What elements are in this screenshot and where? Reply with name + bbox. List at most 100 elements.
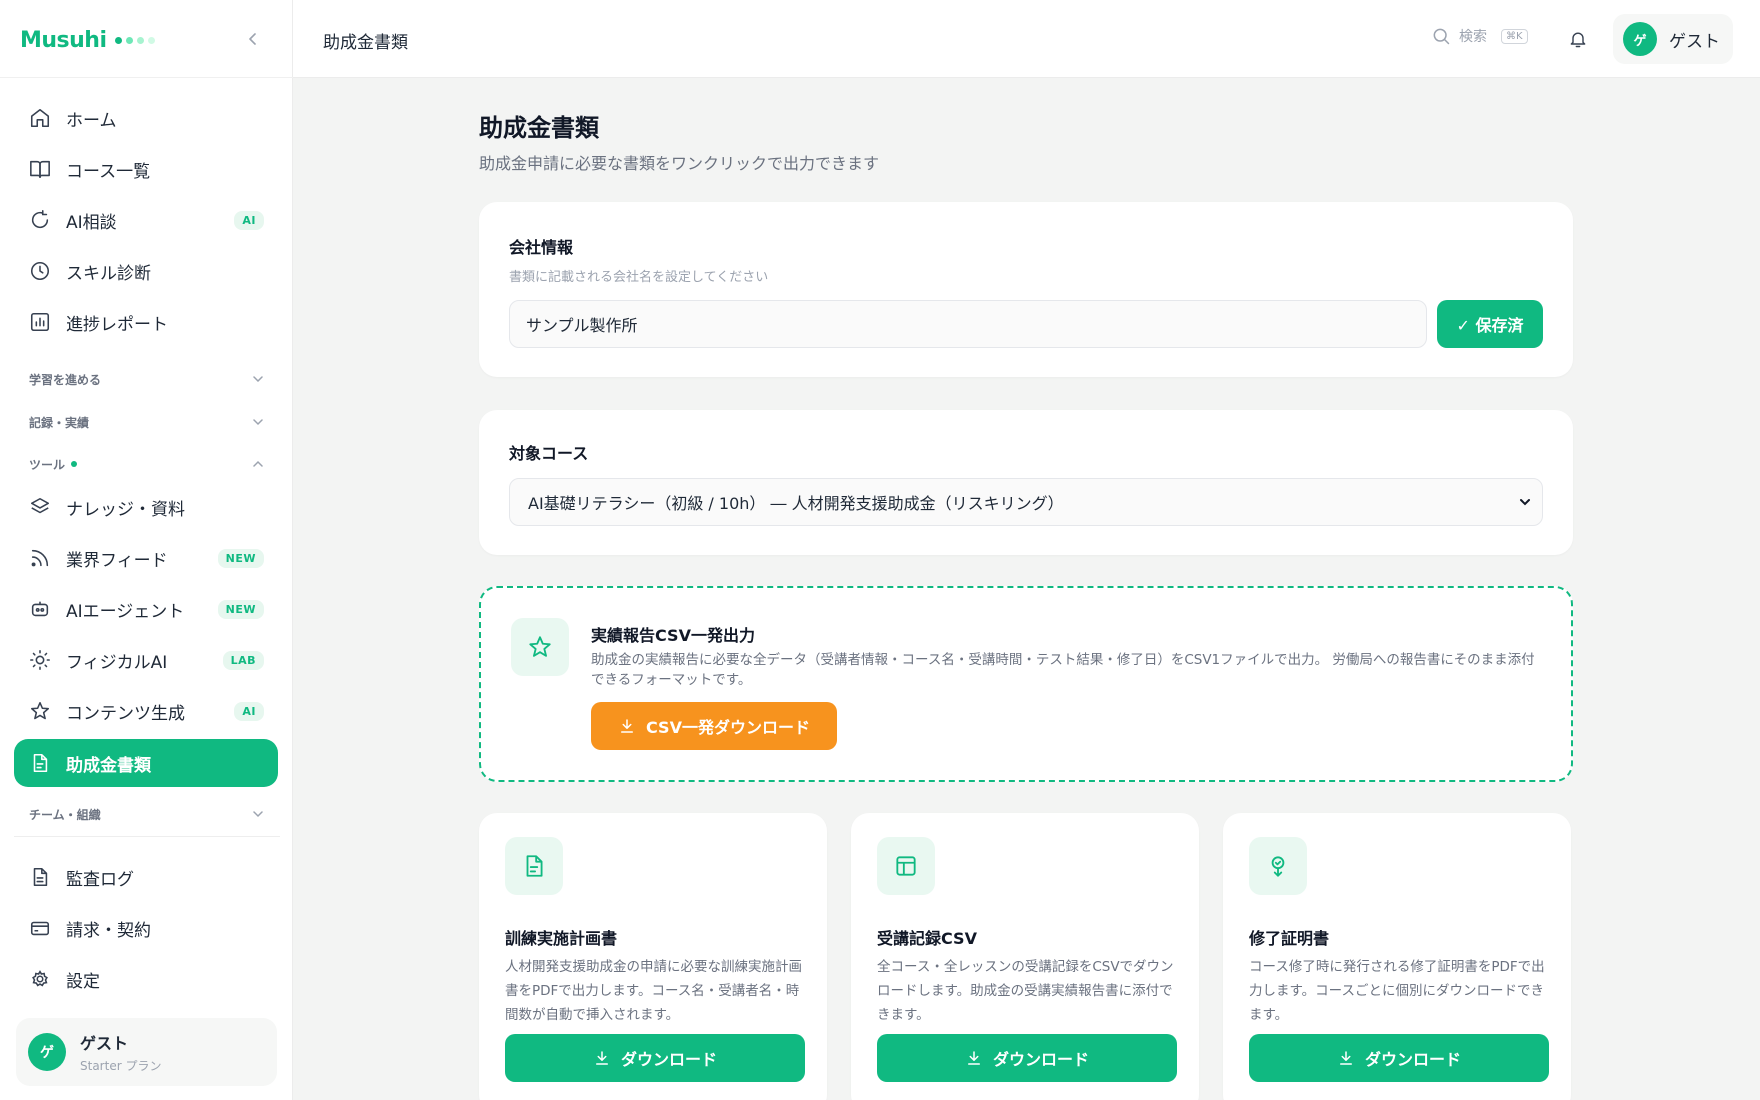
sidebar-item-label: フィジカルAI: [66, 652, 168, 673]
sidebar-item-settings[interactable]: 設定: [14, 955, 278, 1003]
csv-download-button[interactable]: CSV一発ダウンロード: [591, 702, 837, 750]
sidebar-user-card[interactable]: ゲ ゲスト Starter プラン: [16, 1018, 277, 1086]
brand-dots: [114, 36, 155, 44]
sidebar-item-label: AI相談: [66, 212, 117, 233]
section-label: 記録・実績: [29, 415, 90, 430]
ai-badge: AI: [234, 701, 264, 721]
sidebar-item-physical-ai[interactable]: フィジカルAI LAB: [14, 636, 278, 684]
sidebar-item-ai-agent[interactable]: AIエージェント NEW: [14, 585, 278, 633]
user-name: ゲスト: [1669, 31, 1720, 52]
sidebar-item-skill-check[interactable]: スキル診断: [14, 247, 278, 295]
search-button[interactable]: 検索 ⌘K: [1431, 26, 1528, 46]
new-badge: NEW: [217, 599, 264, 619]
sidebar: Musuhi ホーム コース一覧 AI相談 AI スキル診断 進捗レポート 学習…: [0, 0, 293, 1100]
user-menu-button[interactable]: ゲ ゲスト: [1613, 14, 1733, 64]
sidebar-item-label: 設定: [66, 971, 100, 992]
button-label: ダウンロード: [1364, 1050, 1461, 1069]
document-icon: [505, 837, 563, 895]
home-icon: [28, 106, 52, 130]
page-breadcrumb: 助成金書類: [323, 33, 408, 53]
sidebar-item-knowledge[interactable]: ナレッジ・資料: [14, 483, 278, 531]
doc-card-completion-certificate: 修了証明書 コース修了時に発行される修了証明書をPDFで出力します。コースごとに…: [1223, 813, 1571, 1100]
sidebar-item-ai-consult[interactable]: AI相談 AI: [14, 196, 278, 244]
document-icon: [28, 751, 52, 775]
chevron-up-icon: [251, 457, 265, 471]
card-title: 対象コース: [509, 444, 589, 463]
rss-icon: [28, 546, 52, 570]
card-icon: [28, 916, 52, 940]
course-select[interactable]: AI基礎リテラシー（初級 / 10h） ― 人材開発支援助成金（リスキリング）: [509, 478, 1543, 526]
file-icon: [28, 865, 52, 889]
table-icon: [877, 837, 935, 895]
section-learning[interactable]: 学習を進める: [29, 368, 265, 390]
brand-logo[interactable]: Musuhi: [20, 24, 155, 56]
bell-icon: [1570, 32, 1586, 48]
sidebar-item-label: 進捗レポート: [66, 314, 168, 335]
target-course-card: 対象コース AI基礎リテラシー（初級 / 10h） ― 人材開発支援助成金（リス…: [479, 410, 1573, 555]
topbar: 助成金書類 検索 ⌘K ゲ ゲスト: [293, 0, 1760, 78]
company-name-input[interactable]: [509, 300, 1427, 348]
award-icon: [1249, 837, 1307, 895]
sidebar-divider: [0, 77, 293, 78]
sidebar-item-label: スキル診断: [66, 263, 151, 284]
star-icon: [511, 618, 569, 676]
button-label: ダウンロード: [620, 1050, 717, 1069]
sidebar-item-courses[interactable]: コース一覧: [14, 145, 278, 193]
section-tools[interactable]: ツール: [29, 453, 265, 475]
section-records[interactable]: 記録・実績: [29, 411, 265, 433]
search-label: 検索: [1459, 29, 1487, 45]
card-title: 会社情報: [509, 238, 574, 257]
new-badge: NEW: [217, 548, 264, 568]
doc-title: 訓練実施計画書: [505, 929, 618, 948]
sidebar-item-label: ナレッジ・資料: [66, 499, 185, 520]
section-label: チーム・組織: [29, 807, 101, 822]
course-select-value: AI基礎リテラシー（初級 / 10h） ― 人材開発支援助成金（リスキリング）: [528, 494, 1064, 513]
avatar: ゲ: [1623, 22, 1657, 56]
ai-badge: AI: [234, 210, 264, 230]
sidebar-item-home[interactable]: ホーム: [14, 94, 278, 142]
page-title: 助成金書類: [479, 114, 599, 142]
company-info-card: 会社情報 書類に記載される会社名を設定してください ✓ 保存済: [479, 202, 1573, 377]
chevron-down-icon: [251, 807, 265, 821]
section-label: 学習を進める: [29, 372, 102, 387]
section-label: ツール: [29, 456, 251, 473]
clock-icon: [28, 259, 52, 283]
sidebar-item-content-generation[interactable]: コンテンツ生成 AI: [14, 687, 278, 735]
sidebar-item-subsidy-documents[interactable]: 助成金書類: [14, 739, 278, 787]
doc-description: 人材開発支援助成金の申請に必要な訓練実施計画書をPDFで出力します。コース名・受…: [505, 959, 802, 1023]
sidebar-item-progress-report[interactable]: 進捗レポート: [14, 298, 278, 346]
sidebar-item-billing[interactable]: 請求・契約: [14, 904, 278, 952]
brand-name: Musuhi: [20, 27, 107, 53]
lab-badge: LAB: [222, 650, 264, 670]
search-icon: [1431, 26, 1451, 46]
sidebar-item-audit-log[interactable]: 監査ログ: [14, 853, 278, 901]
chart-icon: [28, 310, 52, 334]
button-label: ダウンロード: [992, 1050, 1089, 1069]
section-team[interactable]: チーム・組織: [29, 803, 265, 825]
sidebar-item-industry-feed[interactable]: 業界フィード NEW: [14, 534, 278, 582]
download-button[interactable]: ダウンロード: [1249, 1034, 1549, 1082]
doc-card-attendance-csv: 受講記録CSV 全コース・全レッスンの受講記録をCSVでダウンロードします。助成…: [851, 813, 1199, 1100]
sidebar-collapse-button[interactable]: [240, 26, 266, 52]
page-subtitle: 助成金申請に必要な書類をワンクリックで出力できます: [479, 154, 880, 173]
download-button[interactable]: ダウンロード: [877, 1034, 1177, 1082]
notification-button[interactable]: [1566, 27, 1590, 51]
button-label: CSV一発ダウンロード: [646, 718, 810, 737]
gear-icon: [28, 967, 52, 991]
layers-icon: [28, 495, 52, 519]
user-plan: Starter プラン: [80, 1059, 162, 1073]
active-dot: [71, 461, 78, 467]
download-icon: [1337, 1049, 1355, 1067]
refresh-icon: [28, 208, 52, 232]
sidebar-divider: [14, 836, 280, 837]
chevron-left-icon: [249, 33, 256, 45]
sidebar-item-label: AIエージェント: [66, 601, 185, 622]
download-button[interactable]: ダウンロード: [505, 1034, 805, 1082]
chevron-down-icon: [251, 415, 265, 429]
download-icon: [965, 1049, 983, 1067]
avatar: ゲ: [28, 1033, 66, 1071]
save-button[interactable]: ✓ 保存済: [1437, 300, 1543, 348]
sidebar-item-label: 助成金書類: [66, 755, 151, 776]
sun-icon: [28, 648, 52, 672]
download-icon: [593, 1049, 611, 1067]
